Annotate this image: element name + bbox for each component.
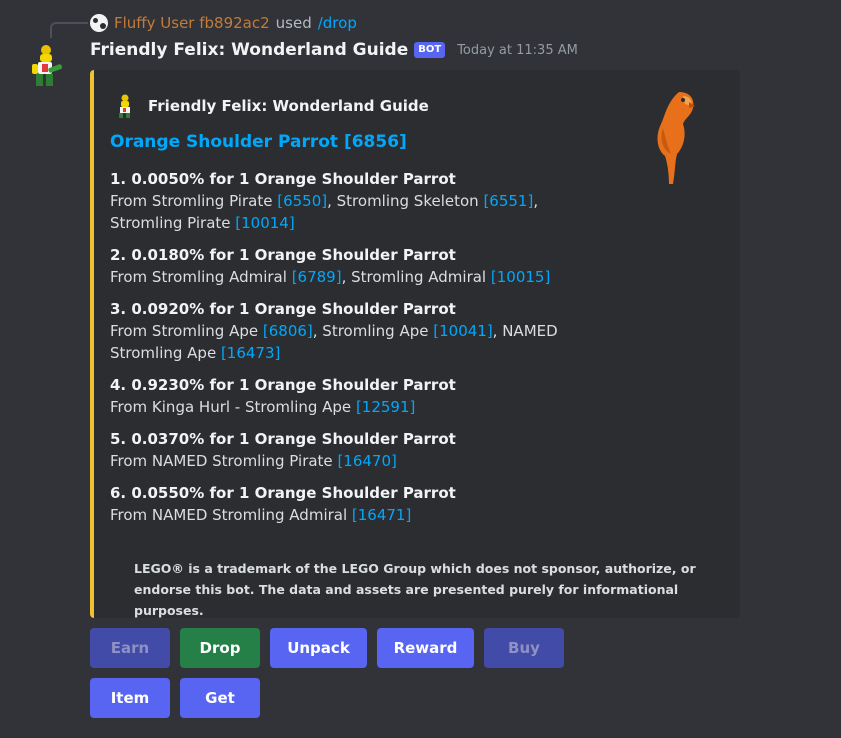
message-header: Friendly Felix: Wonderland Guide BOT Tod… [90, 40, 578, 60]
reply-connector [50, 22, 88, 38]
reply-context: Fluffy User fb892ac2 used /drop [90, 12, 357, 34]
source-id-link[interactable]: [6806] [263, 322, 313, 340]
earn-button[interactable]: Earn [90, 628, 170, 668]
drop-entry-heading: 3. 0.0920% for 1 Orange Shoulder Parrot [110, 300, 456, 318]
drop-button[interactable]: Drop [180, 628, 260, 668]
drop-entry-sources: From Stromling Pirate [6550], Stromling … [110, 190, 580, 234]
drop-entry: 1. 0.0050% for 1 Orange Shoulder Parrot F… [110, 168, 580, 234]
drop-entry: 2. 0.0180% for 1 Orange Shoulder Parrot F… [110, 244, 580, 288]
source-id-link[interactable]: [10041] [433, 322, 492, 340]
source-name: From NAMED Stromling Admiral [110, 506, 352, 524]
button-row-1: Earn Drop Unpack Reward Buy [90, 628, 564, 668]
embed-footer: LEGO® is a trademark of the LEGO Group w… [134, 561, 696, 618]
source-name: From Stromling Pirate [110, 192, 278, 210]
source-id-link[interactable]: [12591] [356, 398, 415, 416]
drop-entry: 3. 0.0920% for 1 Orange Shoulder Parrot F… [110, 298, 580, 364]
button-row-2: Item Get [90, 678, 260, 718]
embed-title[interactable]: Orange Shoulder Parrot [6856] [110, 132, 407, 152]
get-button[interactable]: Get [180, 678, 260, 718]
embed-author: Friendly Felix: Wonderland Guide [114, 94, 429, 118]
source-id-link[interactable]: [6550] [277, 192, 327, 210]
drop-embed: Friendly Felix: Wonderland Guide Orange … [90, 70, 740, 618]
buy-button[interactable]: Buy [484, 628, 564, 668]
drop-entry-sources: From Stromling Admiral [6789], Stromling… [110, 266, 580, 288]
drop-entry-heading: 4. 0.9230% for 1 Orange Shoulder Parrot [110, 376, 456, 394]
embed-author-name: Friendly Felix: Wonderland Guide [148, 97, 429, 115]
parrot-thumbnail-icon[interactable] [649, 88, 699, 188]
bot-avatar-icon[interactable] [26, 44, 66, 90]
embed-author-icon [119, 94, 130, 118]
source-name: From NAMED Stromling Pirate [110, 452, 338, 470]
unpack-button[interactable]: Unpack [270, 628, 367, 668]
reply-command[interactable]: /drop [318, 14, 357, 32]
drop-entry: 6. 0.0550% for 1 Orange Shoulder Parrot F… [110, 482, 580, 526]
source-id-link[interactable]: [16471] [352, 506, 411, 524]
drop-entry-heading: 2. 0.0180% for 1 Orange Shoulder Parrot [110, 246, 456, 264]
message-timestamp: Today at 11:35 AM [457, 42, 578, 58]
drop-entry-sources: From Stromling Ape [6806], Stromling Ape… [110, 320, 580, 364]
bot-name[interactable]: Friendly Felix: Wonderland Guide [90, 40, 408, 60]
source-id-link[interactable]: [10014] [235, 214, 294, 232]
source-name: , Stromling Admiral [341, 268, 491, 286]
source-name: From Kinga Hurl - Stromling Ape [110, 398, 356, 416]
reply-used-text: used [275, 14, 312, 32]
source-name: , Stromling Ape [312, 322, 434, 340]
source-name: , Stromling Skeleton [327, 192, 484, 210]
user-avatar-icon[interactable] [90, 14, 108, 32]
drop-entry-heading: 1. 0.0050% for 1 Orange Shoulder Parrot [110, 170, 456, 188]
drop-entry-sources: From NAMED Stromling Pirate [16470] [110, 450, 580, 472]
drop-entries-list: 1. 0.0050% for 1 Orange Shoulder Parrot F… [110, 168, 580, 536]
source-id-link[interactable]: [10015] [491, 268, 550, 286]
source-name: From Stromling Admiral [110, 268, 292, 286]
source-id-link[interactable]: [6551] [483, 192, 533, 210]
drop-entry: 5. 0.0370% for 1 Orange Shoulder Parrot F… [110, 428, 580, 472]
drop-entry-heading: 5. 0.0370% for 1 Orange Shoulder Parrot [110, 430, 456, 448]
bot-tag-badge: BOT [414, 42, 446, 58]
drop-entry-sources: From NAMED Stromling Admiral [16471] [110, 504, 580, 526]
reward-button[interactable]: Reward [377, 628, 474, 668]
reply-username[interactable]: Fluffy User fb892ac2 [114, 14, 270, 32]
drop-entry-heading: 6. 0.0550% for 1 Orange Shoulder Parrot [110, 484, 456, 502]
drop-entry-sources: From Kinga Hurl - Stromling Ape [12591] [110, 396, 580, 418]
source-id-link[interactable]: [16470] [337, 452, 396, 470]
source-id-link[interactable]: [16473] [221, 344, 280, 362]
item-button[interactable]: Item [90, 678, 170, 718]
drop-entry: 4. 0.9230% for 1 Orange Shoulder Parrot F… [110, 374, 580, 418]
source-name: From Stromling Ape [110, 322, 263, 340]
source-id-link[interactable]: [6789] [292, 268, 342, 286]
